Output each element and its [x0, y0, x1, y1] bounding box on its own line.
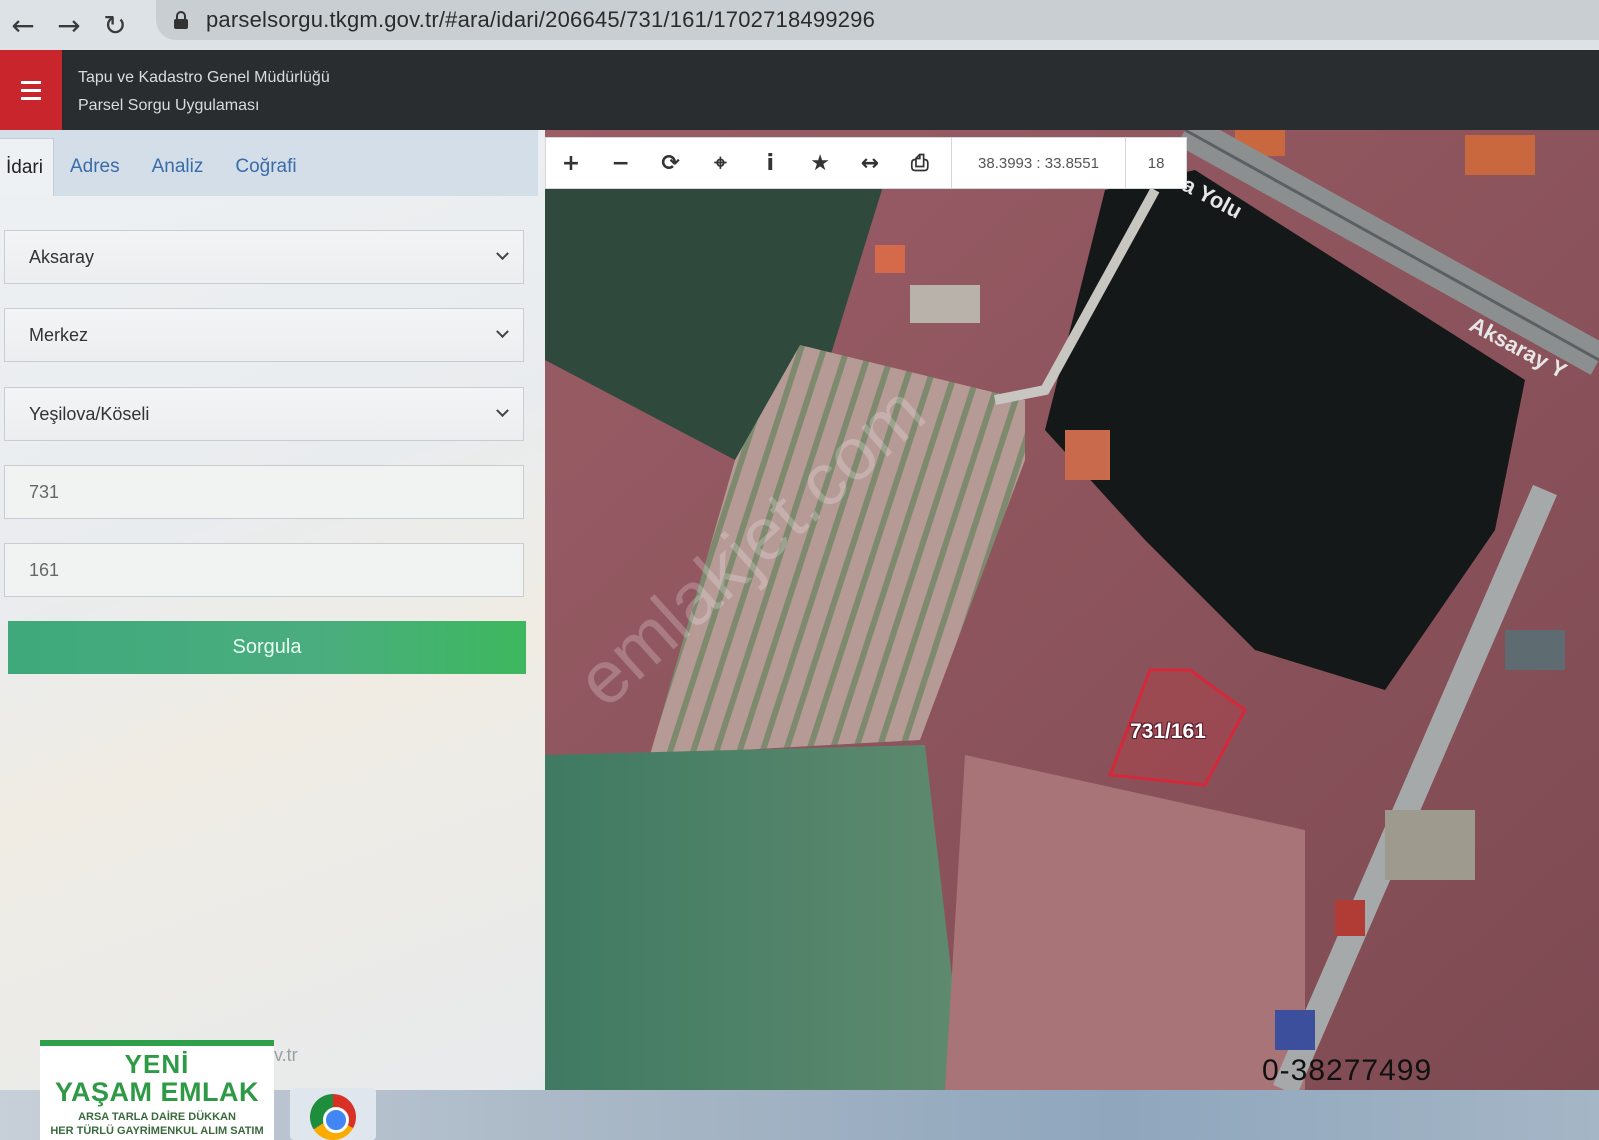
query-button[interactable]: Sorgula: [8, 621, 526, 674]
chevron-down-icon: [491, 402, 513, 424]
agency-logo: YENİ YAŞAM EMLAK ARSA TARLA DAİRE DÜKKAN…: [40, 1040, 274, 1140]
hamburger-menu-icon[interactable]: [0, 50, 62, 130]
tab-analiz[interactable]: Analiz: [136, 138, 220, 196]
info-icon[interactable]: i: [745, 138, 795, 188]
measure-icon[interactable]: ↔: [845, 138, 895, 188]
zoom-in-icon[interactable]: +: [546, 138, 596, 188]
url-text: parselsorgu.tkgm.gov.tr/#ara/idari/20664…: [206, 7, 876, 32]
forward-icon[interactable]: →: [46, 0, 92, 50]
logo-line4: HER TÜRLÜ GAYRİMENKUL ALIM SATIM: [50, 1125, 264, 1137]
screen: ← → ↻ parselsorgu.tkgm.gov.tr/#ara/idari…: [0, 0, 1599, 1140]
neighborhood-select[interactable]: Yeşilova/Köseli: [4, 387, 524, 441]
reload-icon[interactable]: ↻: [92, 0, 138, 50]
address-bar[interactable]: parselsorgu.tkgm.gov.tr/#ara/idari/20664…: [156, 0, 1599, 40]
app-title-line1: Tapu ve Kadastro Genel Müdürlüğü: [78, 69, 330, 86]
query-sidebar: İdari Adres Analiz Coğrafi Aksaray Merke…: [0, 130, 545, 1090]
district-value: Merkez: [29, 324, 89, 345]
parcel-value: 161: [29, 559, 60, 580]
chevron-down-icon: [491, 323, 513, 345]
neighborhood-value: Yeşilova/Köseli: [29, 403, 150, 424]
tab-idari[interactable]: İdari: [0, 138, 54, 196]
app-header: Tapu ve Kadastro Genel Müdürlüğü Parsel …: [0, 50, 1599, 130]
zoom-level: 18: [1147, 154, 1165, 172]
province-select[interactable]: Aksaray: [4, 230, 524, 284]
parcel-input[interactable]: 161: [4, 543, 524, 597]
district-select[interactable]: Merkez: [4, 308, 524, 362]
refresh-icon[interactable]: ⟳: [646, 138, 696, 188]
app-title: Tapu ve Kadastro Genel Müdürlüğü Parsel …: [78, 64, 330, 120]
map-toolbar: + − ⟳ ⌖ i ★ ↔ ⎙ 38.3993 : 33.8551 18: [545, 137, 1187, 189]
locate-icon[interactable]: ⌖: [696, 138, 746, 188]
coordinate-readout: 38.3993 : 33.8551: [950, 138, 1127, 188]
phone-number: 0-38277499: [1262, 1054, 1433, 1087]
tab-bar: İdari Adres Analiz Coğrafi: [0, 130, 538, 196]
logo-line2: YAŞAM EMLAK: [54, 1077, 260, 1107]
logo-line1: YENİ: [124, 1049, 190, 1079]
logo-line3: ARSA TARLA DAİRE DÜKKAN: [78, 1111, 236, 1123]
star-icon[interactable]: ★: [795, 138, 845, 188]
province-value: Aksaray: [29, 246, 95, 267]
parcel-label: 731/161: [1130, 720, 1206, 743]
block-value: 731: [29, 481, 60, 502]
chrome-icon[interactable]: [290, 1088, 376, 1140]
tab-adres[interactable]: Adres: [54, 138, 136, 196]
back-icon[interactable]: ←: [0, 0, 46, 50]
print-icon[interactable]: ⎙: [895, 138, 945, 188]
app-title-line2: Parsel Sorgu Uygulaması: [78, 97, 260, 114]
zoom-out-icon[interactable]: −: [596, 138, 646, 188]
tab-cografi[interactable]: Coğrafi: [219, 138, 312, 196]
lock-icon: [174, 11, 188, 29]
chevron-down-icon: [491, 245, 513, 267]
browser-toolbar: ← → ↻ parselsorgu.tkgm.gov.tr/#ara/idari…: [0, 0, 1599, 50]
block-input[interactable]: 731: [4, 465, 524, 519]
